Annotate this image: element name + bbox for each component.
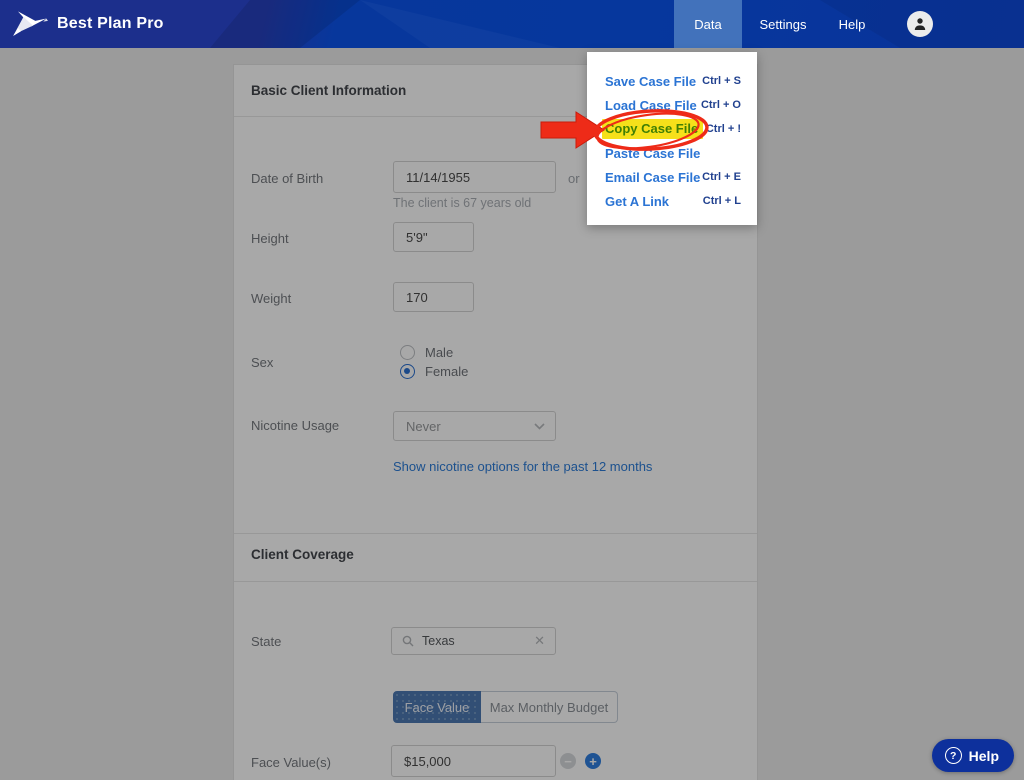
nav-tab-settings[interactable]: Settings — [755, 0, 811, 48]
menu-item-shortcut: Ctrl + L — [702, 195, 741, 207]
menu-item-label: Email Case File — [605, 169, 701, 185]
menu-item-label-highlighted: Copy Case File — [602, 119, 704, 139]
menu-item-shortcut: Ctrl + S — [702, 75, 741, 87]
data-menu: Save Case File Ctrl + S Load Case File C… — [587, 52, 757, 225]
brand-title: Best Plan Pro — [57, 15, 164, 32]
menu-item-shortcut: Ctrl + O — [700, 99, 741, 111]
menu-item-shortcut: Ctrl + E — [702, 171, 741, 183]
modal-overlay[interactable] — [0, 48, 1024, 780]
menu-item-label: Paste Case File — [605, 145, 701, 161]
menu-item-label: Get A Link — [605, 193, 670, 209]
top-nav: Data Settings Help — [674, 0, 1024, 48]
menu-item-shortcut: Ctrl + ! — [705, 123, 741, 135]
menu-item-label: Save Case File — [605, 73, 697, 89]
question-icon: ? — [944, 747, 962, 764]
menu-item-paste-case-file[interactable]: Paste Case File — [605, 141, 741, 165]
help-fab-button[interactable]: ? Help — [931, 739, 1014, 772]
app-header: Best Plan Pro Data Settings Help — [0, 0, 1024, 48]
nav-tab-help[interactable]: Help — [837, 0, 867, 48]
menu-item-load-case-file[interactable]: Load Case File Ctrl + O — [605, 93, 741, 117]
help-fab-label: Help — [968, 747, 999, 764]
menu-item-label: Load Case File — [605, 97, 697, 113]
nav-tab-data[interactable]: Data — [674, 0, 742, 48]
app: Best Plan Pro Data Settings Help Basic C… — [0, 0, 1024, 780]
bird-logo-icon — [13, 11, 48, 36]
person-icon — [914, 18, 926, 30]
menu-item-copy-case-file[interactable]: Copy Case File Ctrl + ! — [602, 117, 741, 141]
avatar[interactable] — [907, 11, 933, 37]
brand[interactable]: Best Plan Pro — [10, 0, 164, 48]
menu-item-save-case-file[interactable]: Save Case File Ctrl + S — [605, 69, 741, 93]
menu-item-email-case-file[interactable]: Email Case File Ctrl + E — [605, 165, 741, 189]
menu-item-get-a-link[interactable]: Get A Link Ctrl + L — [605, 189, 741, 213]
